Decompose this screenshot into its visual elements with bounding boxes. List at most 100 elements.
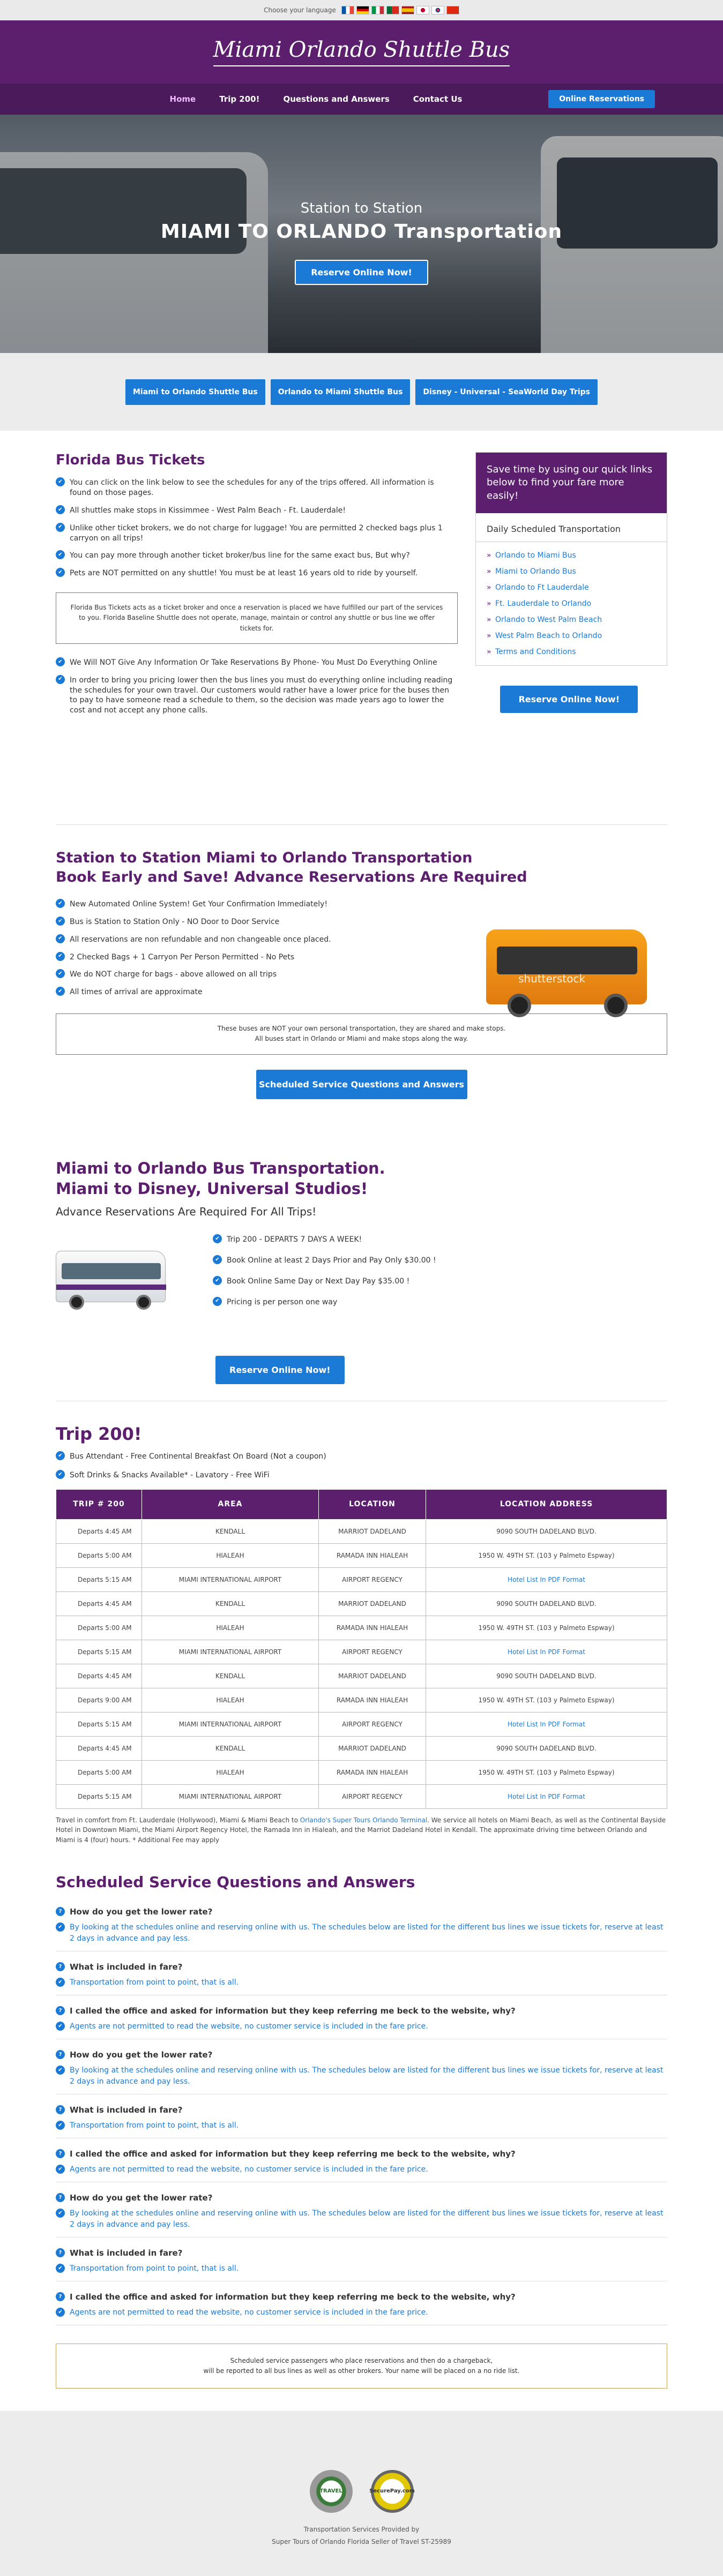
qa-answer: Transportation from point to point, that… [56,2263,667,2274]
route-orlando-miami-button[interactable]: Orlando to Miami Shuttle Bus [270,379,411,405]
table-row: Departs 5:15 AM MIAMI INTERNATIONAL AIRPO… [56,1567,667,1592]
qa-item: How do you get the lower rate? By looking… [56,2045,667,2094]
list-item: Soft Drinks & Snacks Available* - Lavato… [56,1469,667,1481]
list-item: All shuttles make stops in Kissimmee - W… [56,505,458,516]
qa-item: How do you get the lower rate? By looking… [56,1902,667,1951]
table-cell[interactable]: Hotel List In PDF Format [426,1639,667,1664]
table-cell: MARRIOT DADELAND [318,1519,426,1544]
sidebar-link-miami-orlando[interactable]: Miami to Orlando Bus [487,564,656,580]
tickets-list-2: We Will NOT Give Any Information Or Take… [56,657,458,716]
qa-answer: By looking at the schedules online and r… [56,2065,667,2087]
tickets-list: You can click on the link below to see t… [56,477,458,579]
flag-chinese-icon[interactable] [446,6,459,14]
qa-item: What is included in fare? Transportation … [56,2100,667,2138]
table-cell: MARRIOT DADELAND [318,1736,426,1761]
table-row: Departs 4:45 AM KENDALL MARRIOT DADELAND 90… [56,1736,667,1761]
language-label: Choose your language [264,6,336,14]
site-logo[interactable]: Miami Orlando Shuttle Bus [213,37,510,66]
table-row: Departs 5:15 AM MIAMI INTERNATIONAL AIRPO… [56,1639,667,1664]
nav-contact[interactable]: Contact Us [413,94,463,104]
table-cell: RAMADA INN HIALEAH [318,1543,426,1568]
table-cell: AIRPORT REGENCY [318,1639,426,1664]
table-cell: Departs 5:00 AM [56,1760,142,1785]
table-cell: AIRPORT REGENCY [318,1784,426,1809]
table-cell: AIRPORT REGENCY [318,1711,426,1737]
qa-item: I called the office and asked for inform… [56,2001,667,2039]
qa-item: How do you get the lower rate? By looking… [56,2188,667,2237]
list-item: Pricing is per person one way [213,1296,436,1308]
qa-question: How do you get the lower rate? [56,1906,667,1917]
table-row: Departs 5:15 AM MIAMI INTERNATIONAL AIRPO… [56,1784,667,1809]
table-cell: RAMADA INN HIALEAH [318,1760,426,1785]
list-item: Bus Attendant - Free Continental Breakfa… [56,1451,667,1462]
sidebar-link-ftl-orlando[interactable]: Ft. Lauderdale to Orlando [487,596,656,612]
route-buttons: Miami to Orlando Shuttle Bus Orlando to … [0,353,723,431]
list-item: Book Online at least 2 Days Prior and Pa… [213,1255,436,1266]
list-item: We Will NOT Give Any Information Or Take… [56,657,458,668]
station-section: Station to Station Miami to Orlando Tran… [56,825,667,1138]
tickets-section: Florida Bus Tickets You can click on the… [56,431,667,824]
table-cell: Departs 5:15 AM [56,1567,142,1592]
flag-german-icon[interactable] [356,6,369,14]
qa-answer: Agents are not permitted to read the web… [56,2021,667,2032]
table-cell: Departs 5:15 AM [56,1711,142,1737]
nav-home[interactable]: Home [170,94,196,104]
list-item: Pets are NOT permitted on any shuttle! Y… [56,568,458,579]
flag-french-icon[interactable] [341,6,354,14]
bus-image-watermark: shutterstock [518,972,586,985]
sidebar-link-orlando-wpb[interactable]: Orlando to West Palm Beach [487,612,656,628]
table-cell: MIAMI INTERNATIONAL AIRPORT [141,1784,319,1809]
travel-seal-icon: TRAVEL [309,2469,353,2513]
disney-section: Miami to Orlando Bus Transportation. Miam… [56,1138,667,1401]
table-cell[interactable]: Hotel List In PDF Format [426,1784,667,1809]
qa-answer: Agents are not permitted to read the web… [56,2164,667,2175]
route-day-trips-button[interactable]: Disney - Universal - SeaWorld Day Trips [415,379,598,405]
nav-questions[interactable]: Questions and Answers [283,94,389,104]
sidebar-reserve-button[interactable]: Reserve Online Now! [500,686,638,713]
hero-reserve-button[interactable]: Reserve Online Now! [295,260,428,285]
flag-japanese-icon[interactable] [416,6,429,14]
language-flags [341,6,459,14]
schedule-table: TRIP # 200 AREA LOCATION LOCATION ADDRES… [56,1489,667,1809]
qa-question: I called the office and asked for inform… [56,2149,667,2159]
table-cell: KENDALL [141,1663,319,1688]
trip-list: Bus Attendant - Free Continental Breakfa… [56,1451,667,1481]
table-cell: MIAMI INTERNATIONAL AIRPORT [141,1711,319,1737]
table-cell: Departs 5:15 AM [56,1784,142,1809]
flag-portuguese-icon[interactable] [386,6,399,14]
disney-reserve-button[interactable]: Reserve Online Now! [215,1356,345,1384]
terminal-link[interactable]: Orlando's Super Tours Orlando Terminal [300,1816,427,1824]
table-cell[interactable]: Hotel List In PDF Format [426,1711,667,1737]
qa-question: What is included in fare? [56,1962,667,1972]
table-cell: RAMADA INN HIALEAH [318,1687,426,1713]
table-row: Departs 4:45 AM KENDALL MARRIOT DADELAND 90… [56,1519,667,1544]
route-miami-orlando-button[interactable]: Miami to Orlando Shuttle Bus [125,379,265,405]
flag-korean-icon[interactable] [431,6,444,14]
qa-button[interactable]: Scheduled Service Questions and Answers [256,1069,467,1099]
table-cell: AIRPORT REGENCY [318,1567,426,1592]
qa-answer: Transportation from point to point, that… [56,2120,667,2131]
table-cell: 9090 SOUTH DADELAND BLVD. [426,1663,667,1688]
language-bar: Choose your language [0,0,723,20]
qa-answer: By looking at the schedules online and r… [56,2208,667,2230]
flag-spanish-icon[interactable] [401,6,414,14]
table-cell: 9090 SOUTH DADELAND BLVD. [426,1736,667,1761]
sidebar-link-orlando-miami[interactable]: Orlando to Miami Bus [487,547,656,564]
online-reservations-button[interactable]: Online Reservations [548,90,655,108]
table-cell: 1950 W. 49TH ST. (103 y Palmeto Espway) [426,1543,667,1568]
table-cell[interactable]: Hotel List In PDF Format [426,1567,667,1592]
sidebar-link-orlando-ftl[interactable]: Orlando to Ft Lauderdale [487,580,656,596]
qa-question: What is included in fare? [56,2248,667,2258]
list-item: Trip 200 - DEPARTS 7 DAYS A WEEK! [213,1234,436,1245]
flag-italian-icon[interactable] [371,6,384,14]
sidebar-link-terms[interactable]: Terms and Conditions [487,644,656,660]
main-nav: Home Trip 200! Questions and Answers Con… [0,84,723,115]
qa-item: I called the office and asked for inform… [56,2144,667,2182]
qa-answer: Agents are not permitted to read the web… [56,2307,667,2318]
table-cell: 9090 SOUTH DADELAND BLVD. [426,1591,667,1616]
sidebar-link-wpb-orlando[interactable]: West Palm Beach to Orlando [487,628,656,644]
qa-question: How do you get the lower rate? [56,2192,667,2203]
site-footer: TRAVEL SecurePay.com Transportation Serv… [0,2410,723,2576]
nav-trip-200[interactable]: Trip 200! [219,94,259,104]
tickets-title: Florida Bus Tickets [56,452,205,468]
